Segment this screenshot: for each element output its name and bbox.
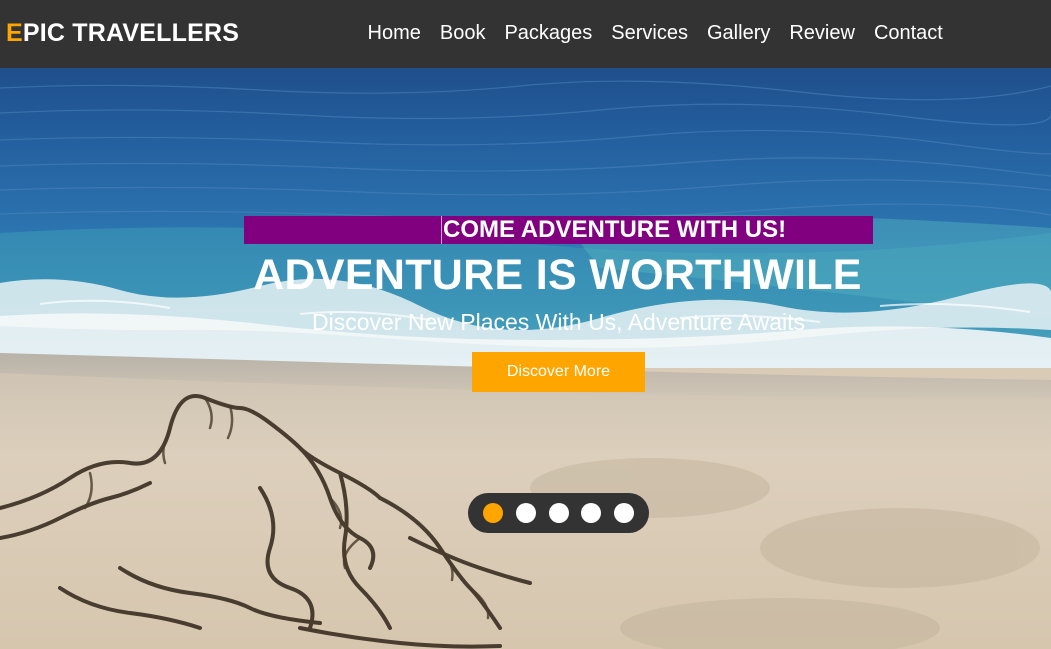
brand-logo-initial: E: [6, 19, 23, 47]
typing-cursor: [441, 216, 442, 244]
main-nav: Home Book Packages Services Gallery Revi…: [358, 18, 952, 50]
brand-logo-text: PIC TRAVELLERS: [22, 19, 240, 47]
hero-slider: COME ADVENTURE WITH US! ADVENTURE IS WOR…: [0, 68, 1051, 649]
discover-more-button[interactable]: Discover More: [472, 352, 645, 392]
hero-title: ADVENTURE IS WORTHWILE: [253, 251, 862, 299]
nav-link-home[interactable]: Home: [358, 18, 430, 50]
tagline-banner: COME ADVENTURE WITH US!: [244, 216, 873, 244]
slider-dot-4[interactable]: [581, 503, 602, 523]
slider-dot-3[interactable]: [548, 503, 569, 523]
slider-dot-5[interactable]: [614, 503, 634, 523]
hero-tagline: COME ADVENTURE WITH US!: [443, 216, 787, 243]
slider-dot-2[interactable]: [515, 503, 536, 523]
brand-logo[interactable]: EPIC TRAVELLERS: [6, 17, 239, 49]
slider-pagination: [468, 493, 649, 533]
page: EPIC TRAVELLERS Home Book Packages Servi…: [0, 0, 1051, 649]
slider-dot-1[interactable]: [483, 503, 503, 523]
site-header: EPIC TRAVELLERS Home Book Packages Servi…: [0, 0, 1051, 68]
nav-link-gallery[interactable]: Gallery: [698, 18, 780, 50]
nav-link-services[interactable]: Services: [602, 18, 698, 50]
nav-link-packages[interactable]: Packages: [495, 18, 602, 50]
nav-link-book[interactable]: Book: [430, 18, 495, 50]
nav-link-contact[interactable]: Contact: [864, 18, 952, 50]
nav-link-review[interactable]: Review: [780, 18, 865, 50]
hero-subtitle: Discover New Places With Us, Adventure A…: [312, 309, 805, 335]
